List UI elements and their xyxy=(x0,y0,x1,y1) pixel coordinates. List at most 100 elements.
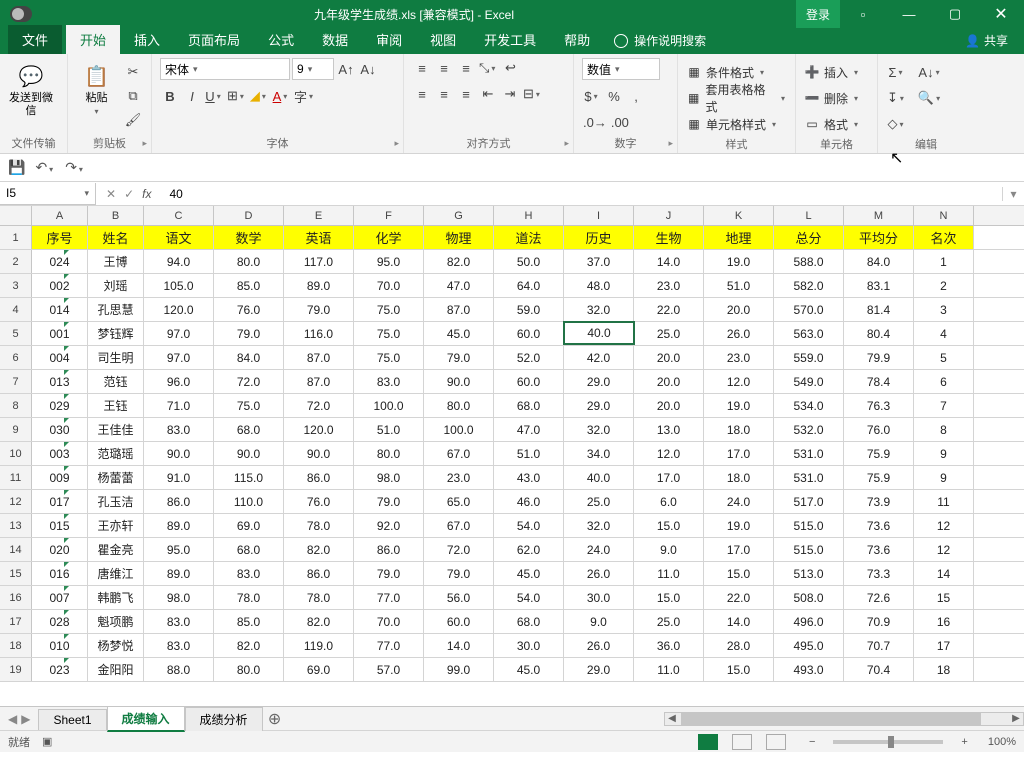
cell[interactable]: 12 xyxy=(914,514,974,537)
cell[interactable]: 120.0 xyxy=(284,418,354,441)
cell[interactable]: 78.0 xyxy=(284,586,354,609)
cell[interactable]: 32.0 xyxy=(564,418,634,441)
row-header[interactable]: 18 xyxy=(0,634,32,657)
cell[interactable]: 姓名 xyxy=(88,226,144,249)
format-painter-icon[interactable]: 🖌 xyxy=(123,110,143,130)
cell[interactable]: 117.0 xyxy=(284,250,354,273)
cell[interactable]: 68.0 xyxy=(494,610,564,633)
cell[interactable]: 46.0 xyxy=(494,490,564,513)
cell[interactable]: 王博 xyxy=(88,250,144,273)
cell[interactable]: 496.0 xyxy=(774,610,844,633)
cell[interactable]: 79.0 xyxy=(354,490,424,513)
find-select-icon[interactable]: 🔍▾ xyxy=(917,88,943,108)
cell[interactable]: 25.0 xyxy=(634,322,704,345)
cell[interactable]: 79.9 xyxy=(844,346,914,369)
cell[interactable]: 刘瑶 xyxy=(88,274,144,297)
column-header-C[interactable]: C xyxy=(144,206,214,225)
cell[interactable]: 18.0 xyxy=(704,466,774,489)
cell[interactable]: 94.0 xyxy=(144,250,214,273)
font-launcher-icon[interactable]: ▸ xyxy=(394,138,399,149)
cell[interactable]: 76.3 xyxy=(844,394,914,417)
cell[interactable]: 69.0 xyxy=(284,658,354,681)
cell[interactable]: 17 xyxy=(914,634,974,657)
cell[interactable]: 51.0 xyxy=(494,442,564,465)
row-header[interactable]: 3 xyxy=(0,274,32,297)
fill-color-button[interactable]: ◢▾ xyxy=(249,86,269,106)
macro-record-icon[interactable]: ▣ xyxy=(42,735,52,748)
cell[interactable]: 56.0 xyxy=(424,586,494,609)
undo-icon[interactable]: ↶▾ xyxy=(35,159,55,176)
sheet-nav-next-icon[interactable]: ▶ xyxy=(21,712,30,726)
cell[interactable]: 99.0 xyxy=(424,658,494,681)
name-box[interactable]: I5▾ xyxy=(0,183,96,205)
copy-icon[interactable]: ⧉ xyxy=(123,86,143,106)
worksheet-grid[interactable]: ABCDEFGHIJKLMN 1序号姓名语文数学英语化学物理道法历史生物地理总分… xyxy=(0,206,1024,706)
cell[interactable]: 68.0 xyxy=(214,538,284,561)
cell[interactable]: 97.0 xyxy=(144,322,214,345)
italic-button[interactable]: I xyxy=(182,86,202,106)
cell[interactable]: 英语 xyxy=(284,226,354,249)
tab-home[interactable]: 开始 xyxy=(66,25,120,54)
cell[interactable]: 数学 xyxy=(214,226,284,249)
cell[interactable]: 80.0 xyxy=(214,658,284,681)
cell[interactable]: 90.0 xyxy=(284,442,354,465)
fx-icon[interactable]: fx xyxy=(142,187,151,201)
cell[interactable]: 73.6 xyxy=(844,514,914,537)
column-header-E[interactable]: E xyxy=(284,206,354,225)
cell[interactable]: 65.0 xyxy=(424,490,494,513)
autosum-icon[interactable]: Σ▾ xyxy=(886,62,907,82)
sort-filter-icon[interactable]: A↓▾ xyxy=(917,62,943,82)
font-color-button[interactable]: A▾ xyxy=(271,86,291,106)
cell[interactable]: 89.0 xyxy=(144,514,214,537)
cell[interactable]: 110.0 xyxy=(214,490,284,513)
tell-me[interactable]: 操作说明搜索 xyxy=(604,27,716,54)
paste-button[interactable]: 📋粘贴▾ xyxy=(76,58,117,116)
cell[interactable]: 45.0 xyxy=(494,562,564,585)
cell[interactable]: 17.0 xyxy=(704,538,774,561)
column-header-K[interactable]: K xyxy=(704,206,774,225)
cell[interactable]: 80.0 xyxy=(214,250,284,273)
column-header-D[interactable]: D xyxy=(214,206,284,225)
cell[interactable]: 028 xyxy=(32,610,88,633)
align-left-icon[interactable]: ≡ xyxy=(412,84,432,104)
cell[interactable]: 79.0 xyxy=(424,346,494,369)
underline-button[interactable]: U▾ xyxy=(204,86,224,106)
cell[interactable]: 20.0 xyxy=(634,370,704,393)
indent-dec-icon[interactable]: ⇤ xyxy=(478,84,498,104)
cell[interactable]: 17.0 xyxy=(704,442,774,465)
cell[interactable]: 54.0 xyxy=(494,586,564,609)
cell[interactable]: 017 xyxy=(32,490,88,513)
cell[interactable]: 总分 xyxy=(774,226,844,249)
cell[interactable]: 70.0 xyxy=(354,274,424,297)
cell[interactable]: 魁项鹏 xyxy=(88,610,144,633)
cell[interactable]: 024 xyxy=(32,250,88,273)
cell[interactable]: 11 xyxy=(914,490,974,513)
cell[interactable]: 79.0 xyxy=(214,322,284,345)
share-button[interactable]: 👤 共享 xyxy=(949,27,1024,54)
row-header[interactable]: 16 xyxy=(0,586,32,609)
column-header-I[interactable]: I xyxy=(564,206,634,225)
cut-icon[interactable]: ✂ xyxy=(123,62,143,82)
cell[interactable]: 85.0 xyxy=(214,610,284,633)
cell[interactable]: 013 xyxy=(32,370,88,393)
cell[interactable]: 120.0 xyxy=(144,298,214,321)
add-sheet-icon[interactable]: ⊕ xyxy=(263,709,287,729)
cell[interactable]: 杨蕾蕾 xyxy=(88,466,144,489)
row-header[interactable]: 5 xyxy=(0,322,32,345)
sheet-tab-analysis[interactable]: 成绩分析 xyxy=(185,707,263,731)
shrink-font-icon[interactable]: A↓ xyxy=(358,59,378,79)
cell[interactable]: 534.0 xyxy=(774,394,844,417)
cell[interactable]: 82.0 xyxy=(214,634,284,657)
cell[interactable]: 70.0 xyxy=(354,610,424,633)
cell[interactable]: 范钰 xyxy=(88,370,144,393)
cell[interactable]: 020 xyxy=(32,538,88,561)
cell[interactable]: 79.0 xyxy=(424,562,494,585)
tab-review[interactable]: 审阅 xyxy=(362,25,416,54)
cell[interactable]: 23.0 xyxy=(704,346,774,369)
cell[interactable]: 83.0 xyxy=(144,418,214,441)
cell[interactable]: 70.9 xyxy=(844,610,914,633)
wechat-button[interactable]: 💬发送到微信 xyxy=(8,58,54,118)
cell[interactable]: 范璐瑶 xyxy=(88,442,144,465)
cell[interactable]: 515.0 xyxy=(774,538,844,561)
save-icon[interactable]: 💾 xyxy=(8,159,25,176)
